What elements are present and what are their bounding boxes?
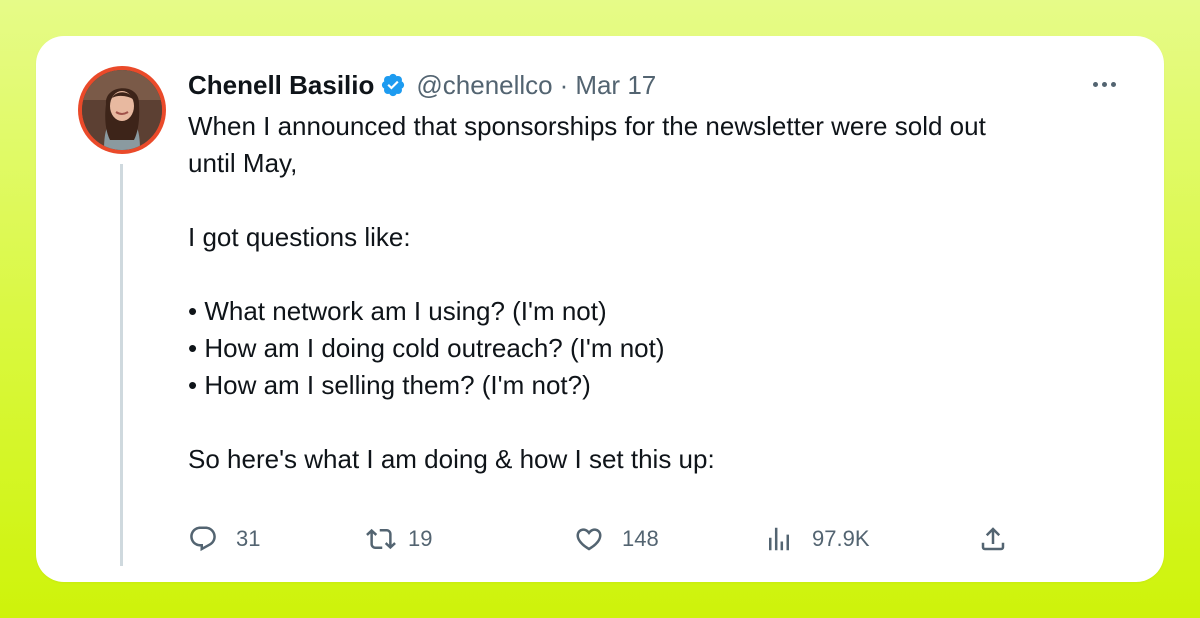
heart-icon (576, 528, 602, 551)
action-bar: 31 19 148 97.9K (188, 522, 1028, 556)
text-line: I got questions like: (188, 222, 411, 252)
like-button[interactable]: 148 (574, 522, 659, 556)
thread-line (120, 164, 123, 566)
more-options-icon[interactable] (1084, 74, 1124, 94)
tweet-text: When I announced that sponsorships for t… (188, 108, 1108, 478)
views-chart-icon (769, 527, 789, 551)
retweet-count: 19 (408, 526, 433, 551)
text-line: • What network am I using? (I'm not) (188, 296, 607, 326)
reply-icon (190, 526, 216, 552)
reply-count: 31 (236, 526, 261, 551)
reply-button[interactable]: 31 (188, 522, 260, 556)
views-button[interactable]: 97.9K (764, 522, 870, 556)
avatar[interactable] (78, 66, 166, 154)
text-line: • How am I selling them? (I'm not?) (188, 370, 591, 400)
tweet-header: Chenell Basilio @chenellco · Mar 17 (188, 68, 656, 102)
share-icon (981, 527, 1005, 551)
tweet-date[interactable]: Mar 17 (575, 70, 656, 101)
retweet-icon (366, 528, 396, 550)
verified-badge-icon (382, 73, 405, 97)
text-line: So here's what I am doing & how I set th… (188, 444, 715, 474)
share-button[interactable] (978, 522, 1008, 556)
header-separator: · (559, 69, 569, 100)
views-count: 97.9K (812, 526, 870, 551)
more-dot (1092, 81, 1098, 87)
author-handle[interactable]: @chenellco (416, 70, 552, 101)
text-line: until May, (188, 148, 298, 178)
retweet-button[interactable]: 19 (366, 522, 432, 556)
text-line: • How am I doing cold outreach? (I'm not… (188, 333, 665, 363)
more-dot (1101, 81, 1107, 87)
more-dot (1110, 81, 1116, 87)
author-name[interactable]: Chenell Basilio (188, 70, 374, 101)
like-count: 148 (622, 526, 659, 551)
text-line: When I announced that sponsorships for t… (188, 111, 986, 141)
tweet-card[interactable]: Chenell Basilio @chenellco · Mar 17 When… (36, 36, 1164, 582)
avatar-photo (82, 70, 162, 150)
